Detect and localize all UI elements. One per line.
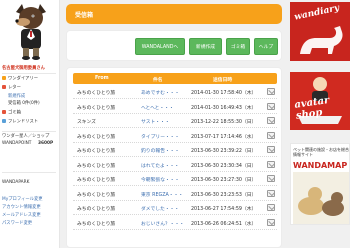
row-date: 2013-06-30 23:27:30（日） (191, 178, 257, 183)
wandiary-banner[interactable]: wandiary (290, 2, 350, 61)
table-row[interactable]: みちのくひとり旅 今朝緊張な・・・ 2013-06-30 23:27:30（日） (73, 172, 277, 186)
row-subject[interactable]: へとへと・・・ (141, 104, 174, 111)
mail-icon (267, 189, 275, 197)
row-from: スキンズ (77, 120, 96, 125)
column-from: From (95, 75, 109, 81)
row-date: 2013-07-17 17:14:46（水） (191, 134, 257, 140)
row-date: 2013-12-22 18:55:30（日） (191, 120, 257, 125)
row-date: 2013-06-30 23:30:34（日） (191, 163, 257, 169)
column-subject: 件名 (153, 77, 163, 83)
divider (2, 172, 56, 173)
row-subject[interactable]: 今朝緊張な・・・ (141, 176, 179, 183)
compose-button[interactable]: 新規作成 (189, 38, 222, 55)
wandamap-logo: WANDAMAP (293, 161, 348, 170)
friends-icon (2, 119, 6, 123)
row-date: 2014-01-30 17:58:40（木） (191, 91, 257, 96)
table-row[interactable]: みちのくひとり旅 はれてたよ・・・ 2013-06-30 23:30:34（日） (73, 158, 277, 172)
table-row[interactable]: みちのくひとり旅 へとへと・・・ 2014-01-30 16:49:43（木） (73, 100, 277, 114)
row-date: 2014-01-30 16:49:43（木） (191, 105, 257, 111)
mail-icon (267, 218, 275, 226)
row-subject[interactable]: あめですむ・・・ (141, 89, 179, 96)
dog-avatar (15, 4, 46, 60)
row-subject[interactable]: 釣りの報告・・・ (141, 147, 179, 154)
page-title-bar: 受信箱 (66, 4, 282, 24)
message-list: From 件名 送信日時 みちのくひとり旅 あめですむ・・・ 2014-01-3… (66, 67, 282, 248)
row-from: みちのくひとり旅 (77, 192, 116, 198)
row-from: みちのくひとり旅 (77, 178, 116, 183)
row-date: 2013-06-26 06:24:51（水） (191, 221, 257, 227)
sidebar-item-letter[interactable]: レター (2, 85, 21, 91)
map-dogs-icon (293, 172, 349, 224)
sidebar-item-inbox[interactable]: 受信箱 0件(0件) (8, 101, 40, 106)
column-date: 送信日時 (213, 77, 233, 83)
sidebar-item-compose[interactable]: 新規作成 (8, 94, 25, 99)
row-subject[interactable]: はれてたよ・・・ (141, 162, 179, 169)
user-name: 名古屋犬御用委員さん (2, 66, 45, 71)
sidebar-item-friends[interactable]: フレンドリスト (2, 119, 38, 125)
section-title: WANDAPARK (2, 180, 30, 185)
row-subject[interactable]: サスト・・・ (141, 118, 170, 125)
row-from: みちのくひとり旅 (77, 149, 116, 154)
mail-icon (267, 117, 275, 124)
list-header: From 件名 送信日時 (73, 73, 277, 84)
table-row[interactable]: みちのくひとり旅 ダメでした・・・ 2013-06-27 17:54:59（木） (73, 201, 277, 215)
row-from: みちのくひとり旅 (77, 134, 116, 140)
points-label: WANDAPOINT (2, 141, 32, 146)
table-row[interactable]: みちのくひとり旅 タイプリー・・・ 2013-07-17 17:14:46（水） (73, 129, 277, 143)
row-date: 2013-06-30 23:39:22（日） (191, 149, 257, 154)
trash-icon (2, 110, 6, 114)
table-row[interactable]: スキンズ サスト・・・ 2013-12-22 18:55:30（日） (73, 114, 277, 128)
right-banner-column: wandiary avatar shop ペット関連の施設・お店を総合情報サイト… (290, 0, 350, 248)
table-row[interactable]: みちのくひとり旅 東京 REGZA・・・ 2013-06-30 23:23:53… (73, 187, 277, 201)
row-date: 2013-06-27 17:54:59（木） (191, 207, 257, 212)
table-row[interactable]: みちのくひとり旅 あめですむ・・・ 2014-01-30 17:58:40（木） (73, 85, 277, 99)
trash-button[interactable]: ゴミ箱 (226, 38, 250, 55)
row-subject[interactable]: おじいさん？・・・ (141, 220, 184, 227)
points-value: 3600P (38, 141, 54, 146)
mail-icon (267, 204, 275, 211)
password-edit-link[interactable]: パスワード変更 (2, 221, 32, 226)
mail-icon (267, 160, 275, 168)
divider (2, 73, 56, 74)
row-from: みちのくひとり旅 (77, 163, 116, 169)
mail-icon (267, 102, 275, 110)
toolbar: WANDALANDへ 新規作成 ゴミ箱 ヘルプ (66, 30, 282, 61)
mail-icon (267, 175, 275, 182)
wandaland-button[interactable]: WANDALANDへ (135, 38, 185, 55)
divider (2, 131, 56, 132)
email-edit-link[interactable]: メールアドレス変更 (2, 213, 41, 218)
row-subject[interactable]: タイプリー・・・ (141, 133, 179, 140)
left-sidebar: 名古屋犬御用委員さん ワンダイアリー レター 新規作成 受信箱 0件(0件) ゴ… (0, 0, 60, 248)
row-from: みちのくひとり旅 (77, 207, 116, 212)
row-date: 2013-06-30 23:23:53（日） (191, 192, 257, 198)
account-edit-link[interactable]: アカウント情報変更 (2, 205, 41, 210)
main-content: 受信箱 WANDALANDへ 新規作成 ゴミ箱 ヘルプ From 件名 送信日時… (66, 4, 282, 248)
wandamap-banner[interactable]: ペット関連の施設・お店を総合情報サイト WANDAMAP (290, 143, 350, 225)
row-subject[interactable]: 東京 REGZA・・・ (141, 191, 183, 198)
avatar-shop-banner[interactable]: avatar shop (290, 72, 350, 130)
sidebar-item-wandiary[interactable]: ワンダイアリー (2, 76, 38, 82)
mail-icon (267, 146, 275, 153)
wandamap-caption: ペット関連の施設・お店を総合情報サイト (293, 147, 349, 157)
row-from: みちのくひとり旅 (77, 105, 116, 111)
page: 名古屋犬御用委員さん ワンダイアリー レター 新規作成 受信箱 0件(0件) ゴ… (0, 0, 350, 248)
mail-icon (267, 88, 275, 95)
diary-icon (2, 76, 6, 80)
sidebar-item-trash[interactable]: ゴミ箱 (2, 110, 21, 116)
table-row[interactable]: みちのくひとり旅 おじいさん？・・・ 2013-06-26 06:24:51（水… (73, 216, 277, 230)
page-title: 受信箱 (75, 12, 94, 19)
row-subject[interactable]: ダメでした・・・ (141, 205, 179, 212)
shop-link[interactable]: ワンダー星人／ショップ (2, 134, 49, 139)
profile-edit-link[interactable]: Myプロフィール変更 (2, 197, 43, 202)
table-row[interactable]: みちのくひとり旅 釣りの報告・・・ 2013-06-30 23:39:22（日） (73, 143, 277, 157)
row-from: みちのくひとり旅 (77, 221, 116, 227)
letter-icon (2, 85, 6, 89)
mail-icon (267, 131, 275, 139)
help-button[interactable]: ヘルプ (254, 38, 278, 55)
row-from: みちのくひとり旅 (77, 91, 116, 96)
